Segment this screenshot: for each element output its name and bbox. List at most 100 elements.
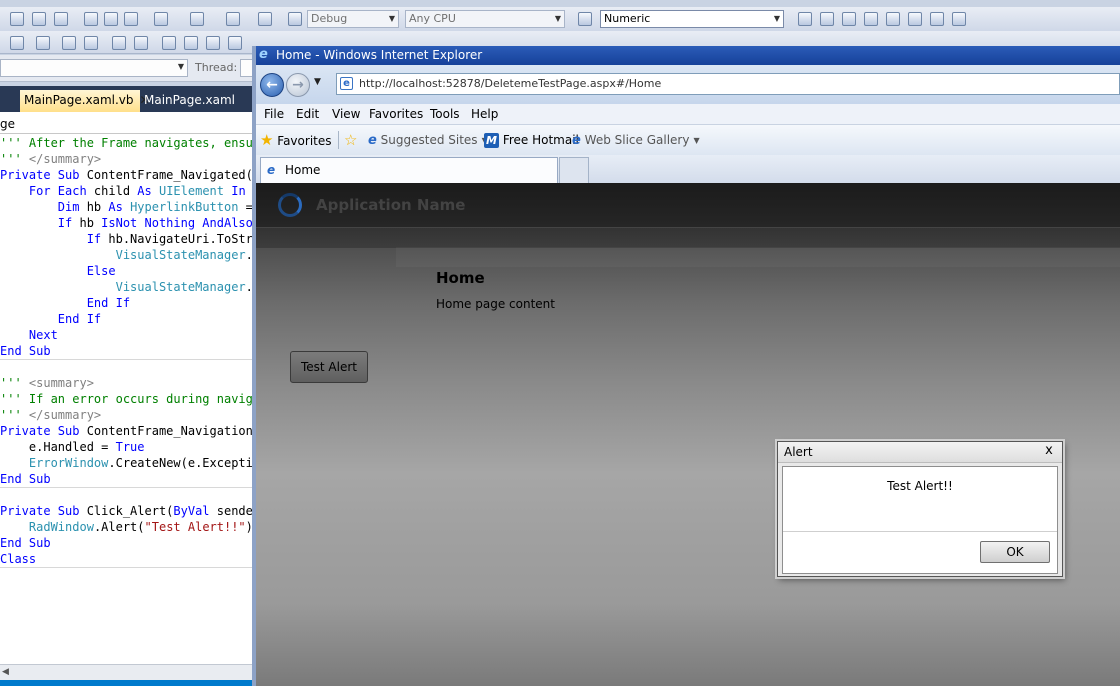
web-slice-gallery-link[interactable]: e Web Slice Gallery ▼ [572, 125, 700, 156]
code-line: VisualStateManager.G [115, 248, 252, 262]
menu-tools[interactable]: Tools [430, 104, 460, 124]
code-line: End Sub [0, 536, 51, 550]
code-line: ''' </summary> [0, 152, 102, 166]
add-to-favorites-bar-button[interactable]: ☆ [344, 125, 357, 156]
menu-view[interactable]: View [332, 104, 360, 124]
object-browser-icon[interactable] [864, 12, 878, 26]
team-explorer-icon[interactable] [908, 12, 922, 26]
silverlight-app: Application Name Home Home page content … [256, 183, 1120, 686]
find-in-files-icon[interactable] [258, 12, 272, 26]
cut-icon[interactable] [84, 12, 98, 26]
page-title: Home [436, 269, 485, 287]
menu-help[interactable]: Help [471, 104, 498, 124]
menu-edit[interactable]: Edit [296, 104, 319, 124]
prev-bookmark-icon[interactable] [184, 36, 198, 50]
document-tab-strip: MainPage.xaml.vb✕ MainPage.xaml🔒 [0, 86, 252, 127]
alert-message: Test Alert!! [887, 479, 953, 493]
tab-mainpage-xaml[interactable]: MainPage.xaml🔒 [140, 90, 252, 127]
save-all-icon[interactable] [54, 12, 68, 26]
redo-icon[interactable] [190, 12, 204, 26]
app-header: Application Name [256, 183, 1120, 227]
test-alert-button[interactable]: Test Alert [290, 351, 368, 383]
copy-icon[interactable] [104, 12, 118, 26]
arrow-left-icon: ← [266, 77, 278, 93]
code-line: Class [0, 552, 37, 566]
back-button[interactable]: ← [260, 73, 284, 97]
text-format-icon[interactable] [10, 36, 24, 50]
undo-icon[interactable] [154, 12, 168, 26]
app-name: Application Name [316, 196, 466, 214]
outdent-icon[interactable] [84, 36, 98, 50]
next-bookmark-icon[interactable] [206, 36, 220, 50]
code-line: End Sub [0, 344, 51, 358]
chevron-down-icon: ▼ [388, 14, 395, 23]
window-title: Home - Windows Internet Explorer [276, 48, 483, 62]
process-combo[interactable]: ▼ [0, 59, 188, 77]
command-window-icon[interactable] [952, 12, 966, 26]
tab-home[interactable]: e Home [260, 157, 558, 183]
ie-menu-bar: File Edit View Favorites Tools Help [256, 104, 1120, 125]
scroll-left-icon[interactable]: ◀ [2, 667, 9, 677]
comment-icon[interactable] [112, 36, 126, 50]
solution-explorer-icon[interactable] [820, 12, 834, 26]
bookmark-icon[interactable] [162, 36, 176, 50]
vs-status-bar [0, 680, 252, 686]
app-nav-strip [256, 227, 1120, 248]
menu-favorites[interactable]: Favorites [369, 104, 423, 124]
chevron-down-icon: ▼ [773, 14, 780, 23]
alert-body: Test Alert!! OK [782, 466, 1058, 574]
hotmail-icon: M [484, 133, 499, 148]
method-navigation-combo[interactable]: ge [0, 115, 252, 134]
paste-icon[interactable] [124, 12, 138, 26]
code-line: ''' <summary> [0, 376, 94, 390]
code-line: ErrorWindow.CreateNew(e.Exceptio [28, 456, 252, 470]
code-editor[interactable]: ge ''' After the Frame navigates, ensur … [0, 112, 252, 664]
properties-icon[interactable] [842, 12, 856, 26]
indent-icon[interactable] [62, 36, 76, 50]
solution-platform-combo[interactable]: Any CPU ▼ [405, 10, 565, 28]
solution-config-combo[interactable]: Debug ▼ [307, 10, 399, 28]
find-combo[interactable]: Numeric ▼ [600, 10, 784, 28]
start-debugging-icon[interactable] [288, 12, 302, 26]
forward-button[interactable]: → [286, 73, 310, 97]
free-hotmail-link[interactable]: M Free Hotmail [484, 125, 579, 155]
code-line: ''' If an error occurs during naviga [0, 392, 252, 406]
page-icon: e [340, 77, 353, 90]
editor-horizontal-scrollbar[interactable]: ◀ [0, 664, 252, 681]
thread-label: Thread: [195, 61, 238, 74]
toolbox-icon[interactable] [886, 12, 900, 26]
ie-title-bar[interactable]: e Home - Windows Internet Explorer [256, 46, 1120, 65]
clear-bookmarks-icon[interactable] [228, 36, 242, 50]
navigate-icon[interactable] [226, 12, 240, 26]
ie-logo-icon: e [267, 163, 276, 177]
alert-title-bar[interactable]: Alert x [778, 442, 1062, 463]
find-icon[interactable] [578, 12, 592, 26]
code-line: e.Handled = True [0, 440, 145, 454]
open-file-icon[interactable] [10, 12, 24, 26]
uncomment-icon[interactable] [134, 36, 148, 50]
tab-mainpage-xaml-vb[interactable]: MainPage.xaml.vb ✕ [20, 90, 150, 112]
chevron-down-icon: ▼ [554, 14, 561, 23]
ie-window: e Home - Windows Internet Explorer ← → ▼… [252, 46, 1120, 686]
extension-manager-icon[interactable] [930, 12, 944, 26]
list-members-icon[interactable] [36, 36, 50, 50]
ok-button[interactable]: OK [980, 541, 1050, 563]
code-line: Next [0, 328, 58, 342]
menu-file[interactable]: File [264, 104, 284, 124]
close-icon[interactable]: x [1042, 443, 1056, 459]
find-symbol-icon[interactable] [798, 12, 812, 26]
new-tab-button[interactable] [559, 157, 589, 183]
save-icon[interactable] [32, 12, 46, 26]
address-text: http://localhost:52878/DeletemeTestPage.… [359, 77, 662, 90]
code-line: Else [0, 264, 116, 278]
debug-location-bar: ▼ Thread: [0, 55, 254, 82]
recent-pages-dropdown[interactable]: ▼ [314, 77, 321, 87]
method-separator [0, 359, 252, 360]
method-separator [0, 567, 252, 568]
address-bar[interactable]: e http://localhost:52878/DeletemeTestPag… [336, 73, 1120, 95]
app-content-header [396, 247, 1120, 267]
favorites-button[interactable]: ★ Favorites [260, 125, 332, 156]
suggested-sites-link[interactable]: e Suggested Sites▼ [368, 125, 488, 156]
code-line: If hb IsNot Nothing AndAlso [0, 216, 252, 230]
chevron-down-icon: ▼ [693, 135, 700, 145]
